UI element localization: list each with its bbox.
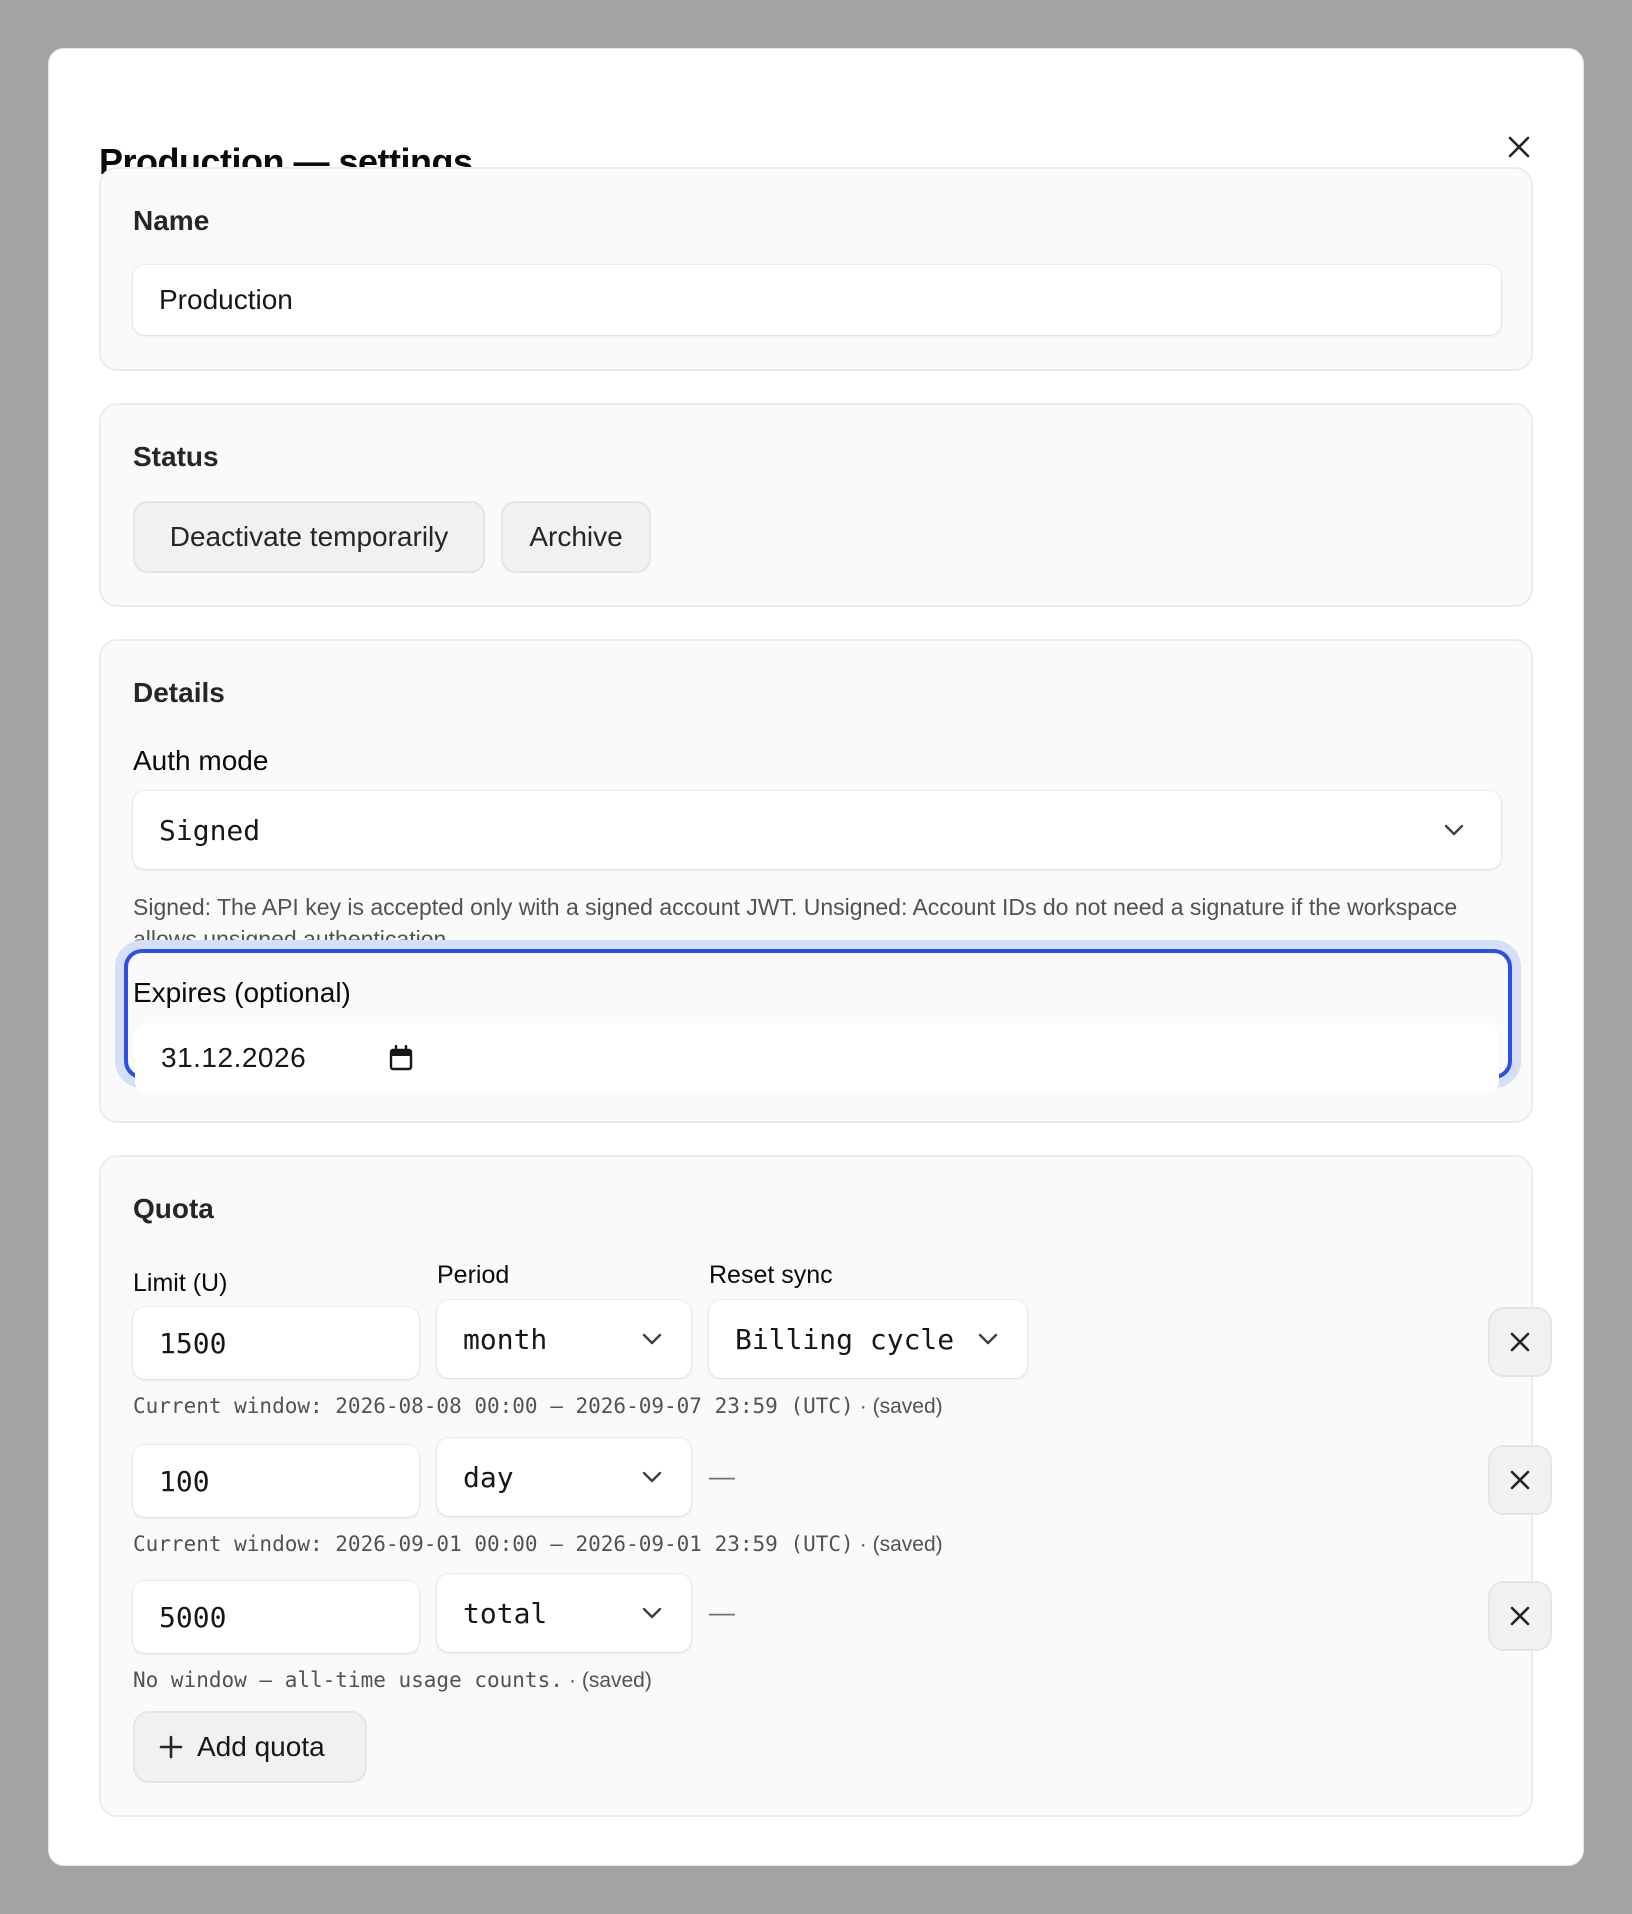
expires-label: Expires (optional) (133, 977, 351, 1008)
chevron-down-icon (642, 1471, 662, 1483)
quota-saved-indicator: · (saved) (569, 1669, 652, 1692)
quota-reset-sync-value: Billing cycle (735, 1322, 955, 1356)
quota-limit-input[interactable]: 100 (133, 1445, 419, 1517)
add-quota-label: Add quota (197, 1731, 325, 1762)
reset-sync-column-header: Reset sync (709, 1261, 833, 1289)
name-input-value: Production (159, 284, 293, 315)
remove-quota-button[interactable] (1488, 1307, 1552, 1377)
quota-period-select[interactable]: total (437, 1574, 691, 1652)
close-icon (1510, 1332, 1530, 1352)
quota-limit-value: 100 (159, 1464, 210, 1498)
quota-section-title: Quota (133, 1193, 214, 1224)
auth-mode-value: Signed (159, 813, 261, 847)
close-icon (1510, 1606, 1530, 1626)
chevron-down-icon (642, 1333, 662, 1345)
expires-date-input[interactable]: 31.12.2026 (135, 1023, 1499, 1093)
quota-reset-sync-select[interactable]: Billing cycle (709, 1300, 1027, 1378)
auth-mode-help-text: Signed: The API key is accepted only wit… (133, 894, 1458, 952)
quota-limit-input[interactable]: 1500 (133, 1307, 419, 1379)
limit-column-header: Limit (U) (133, 1269, 228, 1297)
quota-window-note: Current window: 2026-09-01 00:00 – 2026-… (133, 1531, 943, 1557)
quota-window-note: No window — all-time usage counts. · (sa… (133, 1667, 652, 1693)
details-section: Details Auth mode Signed Signed: The API… (99, 639, 1533, 1123)
quota-period-select[interactable]: day (437, 1438, 691, 1516)
auth-mode-select[interactable]: Signed (133, 791, 1501, 869)
quota-window-text: Current window: 2026-09-01 00:00 – 2026-… (133, 1532, 854, 1556)
quota-saved-indicator: · (saved) (859, 1395, 943, 1418)
quota-period-value: day (463, 1460, 514, 1494)
quota-reset-sync-empty: — (709, 1597, 735, 1627)
plus-icon (159, 1735, 183, 1759)
calendar-icon[interactable] (389, 1045, 413, 1071)
details-section-title: Details (133, 677, 225, 708)
chevron-down-icon (978, 1333, 998, 1345)
add-quota-button[interactable]: Add quota (133, 1711, 367, 1783)
close-button[interactable] (1501, 129, 1537, 165)
auth-mode-label: Auth mode (133, 745, 269, 776)
quota-section: Quota Limit (U) Period Reset sync 1500 m… (99, 1155, 1552, 1817)
chevron-down-icon (642, 1607, 662, 1619)
period-column-header: Period (437, 1261, 510, 1289)
archive-button[interactable]: Archive (501, 501, 651, 573)
close-icon (1508, 136, 1530, 158)
remove-quota-button[interactable] (1488, 1445, 1552, 1515)
quota-reset-sync-empty: — (709, 1461, 735, 1491)
quota-saved-indicator: · (saved) (859, 1533, 943, 1556)
quota-limit-input[interactable]: 5000 (133, 1581, 419, 1653)
quota-window-text: No window — all-time usage counts. (133, 1668, 563, 1692)
name-section-title: Name (133, 205, 210, 236)
name-section: Name Production (99, 167, 1533, 371)
quota-period-value: month (463, 1322, 548, 1356)
quota-limit-value: 1500 (159, 1326, 227, 1360)
status-section-title: Status (133, 441, 219, 472)
name-input[interactable]: Production (133, 265, 1501, 335)
quota-limit-value: 5000 (159, 1600, 227, 1634)
chevron-down-icon (1444, 824, 1464, 836)
quota-period-select[interactable]: month (437, 1300, 691, 1378)
quota-window-note: Current window: 2026-08-08 00:00 – 2026-… (133, 1393, 943, 1419)
close-icon (1510, 1470, 1530, 1490)
quota-period-value: total (463, 1596, 548, 1630)
remove-quota-button[interactable] (1488, 1581, 1552, 1651)
deactivate-temporarily-button[interactable]: Deactivate temporarily (133, 501, 485, 573)
settings-dialog: Production — settings Name Production St… (48, 48, 1584, 1866)
status-section: Status Deactivate temporarily Archive (99, 403, 1533, 607)
quota-window-text: Current window: 2026-08-08 00:00 – 2026-… (133, 1394, 854, 1418)
expires-value: 31.12.2026 (161, 1042, 307, 1073)
